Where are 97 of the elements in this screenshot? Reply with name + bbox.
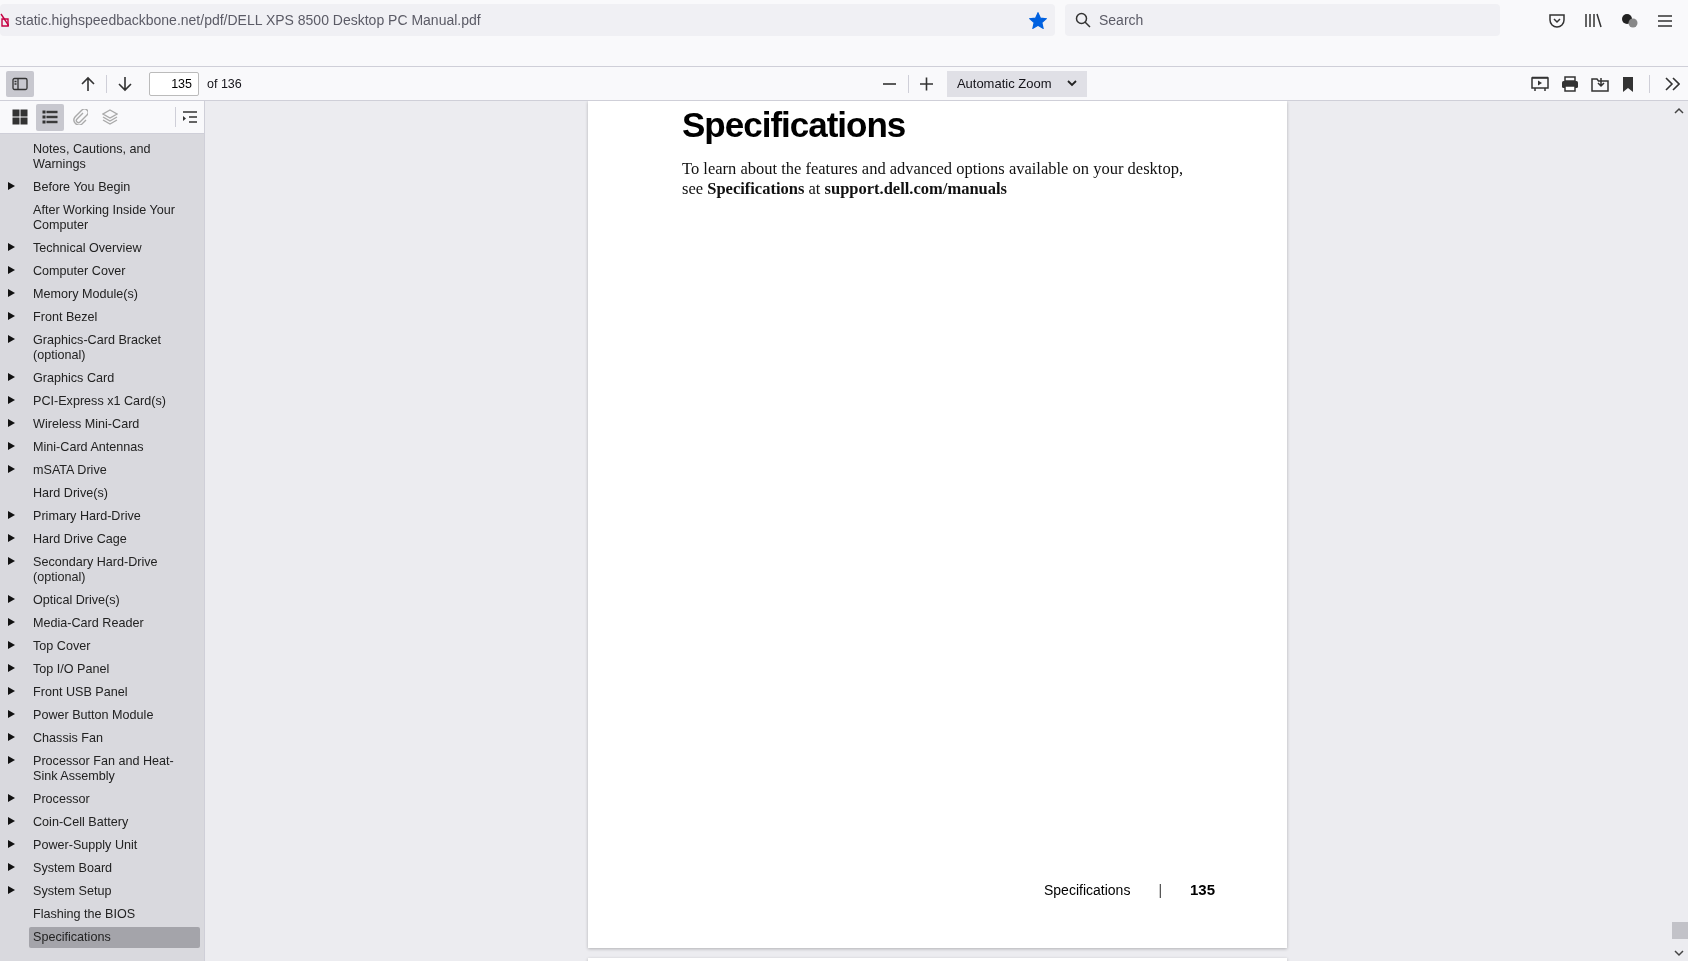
outline-item[interactable]: Before You Begin [29,177,200,198]
scrollbar-thumb[interactable] [1672,922,1688,939]
print-icon[interactable] [1561,75,1579,92]
outline-item[interactable]: Top I/O Panel [29,659,200,680]
url-text: static.highspeedbackbone.net/pdf/DELL XPS 8500 Desktop PC Manual.pdf [15,12,482,28]
outline-item[interactable]: Technical Overview [29,238,200,259]
sidebar-toggle-button[interactable] [6,70,34,97]
outline-item[interactable]: Power Button Module [29,705,200,726]
up-arrow-icon [80,75,96,92]
down-arrow-icon [117,75,133,92]
outline-item[interactable]: Graphics-Card Bracket (optional) [29,330,200,366]
outline-item[interactable]: After Working Inside Your Computer [29,200,200,236]
outline-item[interactable]: Primary Hard-Drive [29,506,200,527]
download-icon[interactable] [1591,75,1609,92]
expand-triangle-icon[interactable] [8,289,15,297]
outline-item[interactable]: Front USB Panel [29,682,200,703]
scroll-up-icon[interactable] [1674,107,1684,115]
outline-item[interactable]: System Setup [29,881,200,902]
expand-triangle-icon[interactable] [8,687,15,695]
expand-triangle-icon[interactable] [8,664,15,672]
outline-list-icon [42,109,58,125]
outline-item[interactable]: Flashing the BIOS [29,904,200,925]
expand-triangle-icon[interactable] [8,266,15,274]
outline-item[interactable]: Top Cover [29,636,200,657]
expand-triangle-icon[interactable] [8,840,15,848]
search-field[interactable]: Search [1065,4,1500,36]
outline-item[interactable]: Graphics Card [29,368,200,389]
expand-triangle-icon[interactable] [8,863,15,871]
footer-separator: | [1158,881,1163,898]
outline-collapse-icon[interactable] [182,110,198,124]
page-number: 135 [1190,881,1216,898]
expand-triangle-icon[interactable] [8,335,15,343]
presentation-icon[interactable] [1531,75,1549,92]
expand-triangle-icon[interactable] [8,396,15,404]
expand-triangle-icon[interactable] [8,442,15,450]
outline-item[interactable]: Mini-Card Antennas [29,437,200,458]
blocked-lock-icon [0,13,9,27]
expand-triangle-icon[interactable] [8,817,15,825]
paperclip-icon [72,109,88,125]
layers-icon [102,109,118,125]
expand-triangle-icon[interactable] [8,595,15,603]
outline-item[interactable]: Optical Drive(s) [29,590,200,611]
outline-item[interactable]: System Board [29,858,200,879]
library-icon[interactable] [1584,11,1602,29]
minus-icon [883,82,897,85]
outline-item[interactable]: Memory Module(s) [29,284,200,305]
expand-triangle-icon[interactable] [8,373,15,381]
outline-item[interactable]: Coin-Cell Battery [29,812,200,833]
address-bar[interactable]: static.highspeedbackbone.net/pdf/DELL XPS 8500 Desktop PC Manual.pdf [0,4,1055,36]
page-number-field[interactable]: 135 [149,71,199,96]
expand-triangle-icon[interactable] [8,794,15,802]
outline-item[interactable]: Processor Fan and Heat-Sink Assembly [29,751,200,787]
page-heading: Specifications [682,105,907,145]
extension-balls-icon[interactable] [1620,11,1638,29]
star-icon[interactable] [1029,11,1047,29]
pocket-icon[interactable] [1548,11,1566,29]
expand-triangle-icon[interactable] [8,886,15,894]
expand-triangle-icon[interactable] [8,511,15,519]
plus-icon [919,76,935,91]
expand-triangle-icon[interactable] [8,419,15,427]
expand-triangle-icon[interactable] [8,465,15,473]
chevron-down-icon [1066,80,1077,87]
expand-triangle-icon[interactable] [8,534,15,542]
bookmark-icon[interactable] [1621,75,1635,92]
double-chevron-icon[interactable] [1664,75,1680,92]
thumbnails-icon [12,109,28,125]
zoom-value: Automatic Zoom [956,76,1052,91]
expand-triangle-icon[interactable] [8,710,15,718]
outline-item[interactable]: Power-Supply Unit [29,835,200,856]
outline-item[interactable]: Notes, Cautions, and Warnings [29,139,200,175]
expand-triangle-icon[interactable] [8,641,15,649]
outline-item[interactable]: Media-Card Reader [29,613,200,634]
outline-item[interactable]: Computer Cover [29,261,200,282]
outline-item[interactable]: Wireless Mini-Card [29,414,200,435]
outline-item[interactable]: Chassis Fan [29,728,200,749]
outline-item[interactable]: Front Bezel [29,307,200,328]
sidebar-icon [12,76,28,91]
outline-item[interactable]: Processor [29,789,200,810]
outline-item[interactable]: Hard Drive Cage [29,529,200,550]
page-count: of 136 [207,76,242,91]
zoom-dropdown[interactable]: Automatic Zoom [946,70,1087,97]
expand-triangle-icon[interactable] [8,618,15,626]
scroll-down-icon[interactable] [1674,949,1684,957]
outline-item[interactable]: Hard Drive(s) [29,483,200,504]
expand-triangle-icon[interactable] [8,182,15,190]
footer-title: Specifications [1044,881,1131,898]
expand-triangle-icon[interactable] [8,733,15,741]
outline-item[interactable]: mSATA Drive [29,460,200,481]
body-paragraph: To learn about the features and advanced options available on your desktop, see Specifications at support.dell.com/manuals [682,159,1184,199]
sidebar-view-tab[interactable] [36,103,64,131]
outline-item[interactable]: PCI-Express x1 Card(s) [29,391,200,412]
expand-triangle-icon[interactable] [8,312,15,320]
outline-item[interactable]: Secondary Hard-Drive (optional) [29,552,200,588]
outline-item[interactable]: Specifications [29,927,200,948]
expand-triangle-icon[interactable] [8,243,15,251]
expand-triangle-icon[interactable] [8,756,15,764]
expand-triangle-icon[interactable] [8,557,15,565]
